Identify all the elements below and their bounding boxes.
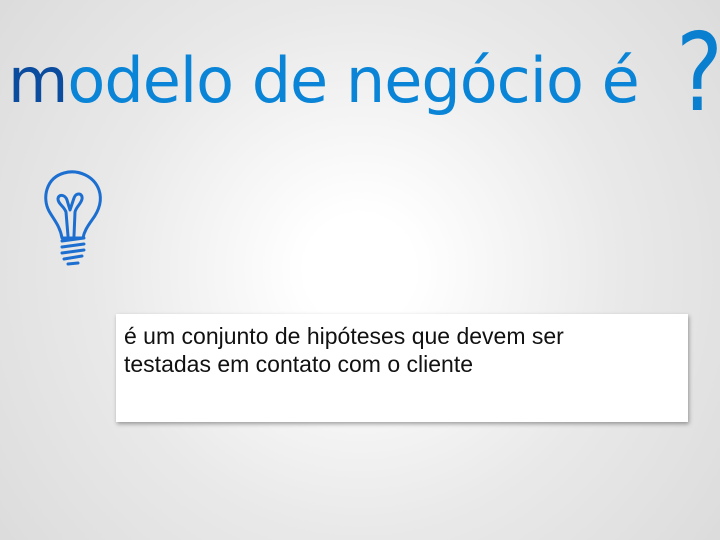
definition-line-2: testadas em contato com o cliente bbox=[124, 351, 474, 377]
lightbulb-icon bbox=[44, 170, 102, 266]
definition-line-1: é um conjunto de hipóteses que devem ser bbox=[124, 323, 564, 349]
definition-box: é um conjunto de hipóteses que devem ser… bbox=[116, 314, 688, 422]
title-text: odelo de negócio é bbox=[67, 44, 639, 117]
title-first-letter: m bbox=[8, 44, 68, 117]
question-mark: ? bbox=[676, 11, 720, 136]
slide-title: modelo de negócio é bbox=[8, 50, 640, 112]
slide: modelo de negócio é ? é um conjunto de h… bbox=[0, 0, 720, 540]
